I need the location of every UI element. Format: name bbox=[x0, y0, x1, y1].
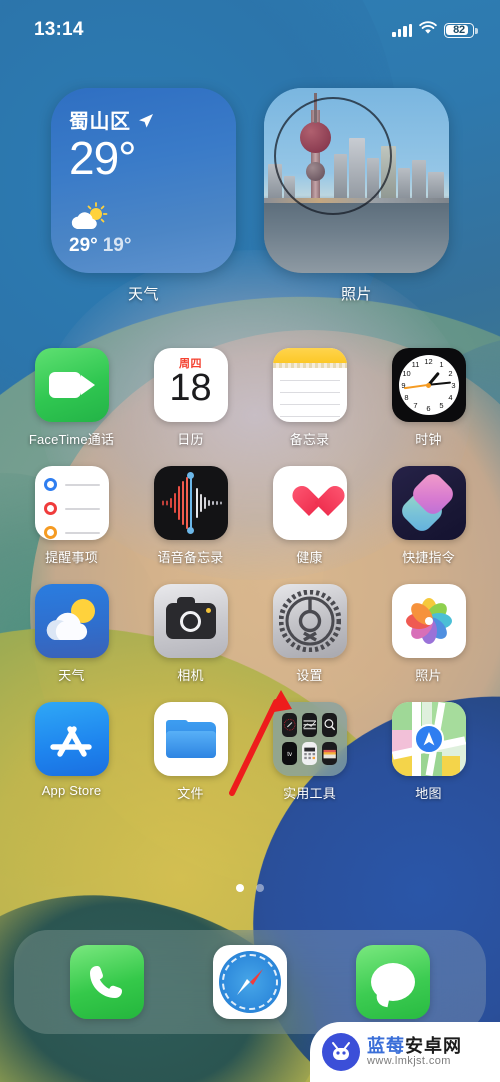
cellular-signal-icon bbox=[392, 23, 412, 37]
folder-utilities[interactable]: tv 实用工具 bbox=[250, 702, 369, 802]
calculator-icon bbox=[301, 741, 318, 765]
watermark-title-black: 安卓网 bbox=[405, 1035, 462, 1056]
app-label: 提醒事项 bbox=[45, 550, 98, 565]
svg-text:tv: tv bbox=[287, 751, 293, 758]
app-label: 地图 bbox=[415, 786, 442, 801]
maps-icon bbox=[391, 702, 466, 776]
dock bbox=[14, 930, 486, 1034]
status-time: 13:14 bbox=[34, 19, 84, 40]
settings-gear-icon bbox=[272, 584, 347, 658]
app-label: 健康 bbox=[296, 550, 323, 565]
app-camera[interactable]: 相机 bbox=[131, 584, 250, 684]
app-label: 相机 bbox=[177, 668, 204, 683]
app-label: App Store bbox=[41, 783, 102, 798]
notes-icon bbox=[272, 348, 347, 422]
facetime-icon bbox=[34, 348, 109, 422]
calendar-day: 18 bbox=[169, 367, 212, 409]
app-facetime[interactable]: FaceTime通话 bbox=[12, 348, 131, 448]
magnifier-icon bbox=[322, 713, 338, 737]
app-label: 日历 bbox=[177, 432, 204, 447]
calendar-icon: 周四 18 bbox=[153, 348, 228, 422]
android-robot-icon bbox=[322, 1033, 360, 1071]
weather-icon bbox=[34, 584, 109, 658]
location-arrow-icon bbox=[138, 112, 154, 128]
partly-cloudy-icon bbox=[69, 202, 111, 232]
weather-widget-label: 天气 bbox=[127, 286, 159, 303]
battery-percent: 82 bbox=[453, 24, 465, 36]
app-files[interactable]: 文件 bbox=[131, 702, 250, 802]
app-label: 快捷指令 bbox=[402, 550, 455, 565]
app-store-icon bbox=[34, 702, 109, 776]
iphone-home-screen: 13:14 82 蜀山区 29° 29° 19° 天气 照片 FaceTime通… bbox=[0, 0, 500, 1082]
app-health[interactable]: 健康 bbox=[250, 466, 369, 566]
site-watermark: 蓝莓安卓网 www.lmkjst.com bbox=[310, 1022, 500, 1082]
app-label: FaceTime通话 bbox=[28, 432, 115, 447]
phone-icon[interactable] bbox=[70, 945, 145, 1019]
watermark-title-blue: 蓝莓 bbox=[367, 1035, 405, 1056]
files-folder-icon bbox=[153, 702, 228, 776]
photos-widget-label: 照片 bbox=[340, 286, 372, 303]
shortcuts-icon bbox=[391, 466, 466, 540]
app-weather[interactable]: 天气 bbox=[12, 584, 131, 684]
utilities-folder-icon: tv bbox=[272, 702, 347, 776]
compass-icon bbox=[281, 713, 297, 737]
app-maps[interactable]: 地图 bbox=[369, 702, 488, 802]
app-label: 备忘录 bbox=[289, 432, 330, 447]
app-settings[interactable]: 设置 bbox=[250, 584, 369, 684]
safari-compass-icon[interactable] bbox=[212, 945, 287, 1019]
clock-icon: 12 1 2 3 4 5 6 7 8 9 10 11 bbox=[391, 348, 466, 422]
app-label: 时钟 bbox=[415, 432, 442, 447]
wallet-icon bbox=[322, 741, 338, 765]
reminders-icon bbox=[34, 466, 109, 540]
app-label: 实用工具 bbox=[283, 786, 336, 801]
apple-tv-icon: tv bbox=[281, 741, 297, 765]
page-dot-1[interactable] bbox=[236, 884, 244, 892]
voice-memos-icon bbox=[153, 466, 228, 540]
app-voice-memos[interactable]: 语音备忘录 bbox=[131, 466, 250, 566]
weather-widget-temperature: 29° bbox=[69, 132, 137, 184]
app-grid: FaceTime通话 周四 18 日历 备忘录 12 1 2 3 4 5 6 7… bbox=[0, 348, 500, 802]
battery-icon: 82 bbox=[444, 22, 478, 38]
photos-widget[interactable]: 照片 bbox=[264, 88, 449, 304]
app-shortcuts[interactable]: 快捷指令 bbox=[369, 466, 488, 566]
app-calendar[interactable]: 周四 18 日历 bbox=[131, 348, 250, 448]
weather-widget-low: 19° bbox=[102, 235, 132, 256]
wifi-icon bbox=[419, 19, 437, 41]
app-label: 天气 bbox=[58, 668, 85, 683]
messages-icon[interactable] bbox=[355, 945, 430, 1019]
watermark-url: www.lmkjst.com bbox=[367, 1054, 451, 1067]
page-dot-2[interactable] bbox=[256, 884, 264, 892]
stocks-icon bbox=[301, 713, 318, 737]
app-clock[interactable]: 12 1 2 3 4 5 6 7 8 9 10 11 时钟 bbox=[369, 348, 488, 448]
camera-icon bbox=[153, 584, 228, 658]
app-label: 文件 bbox=[177, 786, 204, 801]
page-indicator-dots[interactable] bbox=[0, 884, 500, 892]
weather-widget-city: 蜀山区 bbox=[69, 111, 131, 133]
health-icon bbox=[272, 466, 347, 540]
maps-navigation-badge bbox=[413, 724, 444, 754]
weather-widget-high: 29° bbox=[69, 235, 98, 256]
app-photos[interactable]: 照片 bbox=[369, 584, 488, 684]
app-app-store[interactable]: App Store bbox=[12, 702, 131, 802]
weather-widget[interactable]: 蜀山区 29° 29° 19° 天气 bbox=[51, 88, 236, 304]
app-reminders[interactable]: 提醒事项 bbox=[12, 466, 131, 566]
widget-row: 蜀山区 29° 29° 19° 天气 照片 bbox=[0, 88, 500, 304]
status-bar: 13:14 82 bbox=[0, 0, 500, 52]
app-label: 语音备忘录 bbox=[157, 550, 224, 565]
photos-widget-image bbox=[264, 88, 449, 273]
photos-icon bbox=[391, 584, 466, 658]
app-label: 设置 bbox=[296, 668, 323, 683]
app-label: 照片 bbox=[415, 668, 442, 683]
app-notes[interactable]: 备忘录 bbox=[250, 348, 369, 448]
